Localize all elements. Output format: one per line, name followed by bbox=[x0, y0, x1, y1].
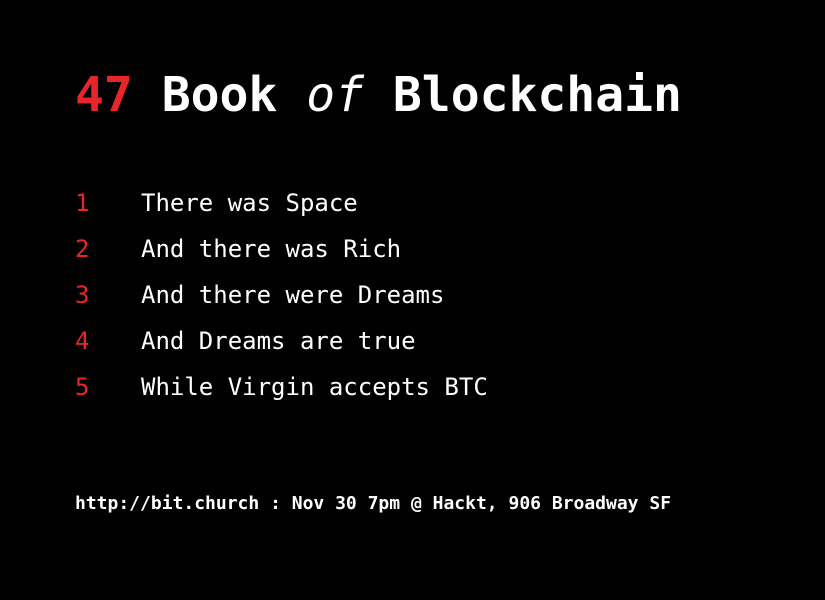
verse-text: There was Space bbox=[141, 189, 358, 217]
verse-number: 3 bbox=[75, 281, 90, 309]
title-word-blockchain: Blockchain bbox=[392, 67, 682, 123]
verse-number: 2 bbox=[75, 235, 90, 263]
verse-item: 5 While Virgin accepts BTC bbox=[75, 364, 488, 410]
verse-item: 1 There was Space bbox=[75, 180, 488, 226]
verse-text: While Virgin accepts BTC bbox=[141, 373, 488, 401]
verse-item: 3 And there were Dreams bbox=[75, 272, 488, 318]
verse-text: And Dreams are true bbox=[141, 327, 416, 355]
verse-list: 1 There was Space 2 And there was Rich 3… bbox=[75, 180, 488, 410]
verse-number: 4 bbox=[75, 327, 90, 355]
verse-text: And there were Dreams bbox=[141, 281, 445, 309]
verse-item: 4 And Dreams are true bbox=[75, 318, 488, 364]
page-title: 47 Book of Blockchain bbox=[75, 66, 682, 124]
title-word-of: of bbox=[306, 67, 364, 123]
verse-item: 2 And there was Rich bbox=[75, 226, 488, 272]
title-word-book: Book bbox=[161, 67, 278, 123]
event-footer: http://bit.church : Nov 30 7pm @ Hackt, … bbox=[75, 493, 672, 514]
verse-number: 1 bbox=[75, 189, 90, 217]
title-number: 47 bbox=[75, 67, 133, 123]
verse-text: And there was Rich bbox=[141, 235, 402, 263]
verse-number: 5 bbox=[75, 373, 90, 401]
